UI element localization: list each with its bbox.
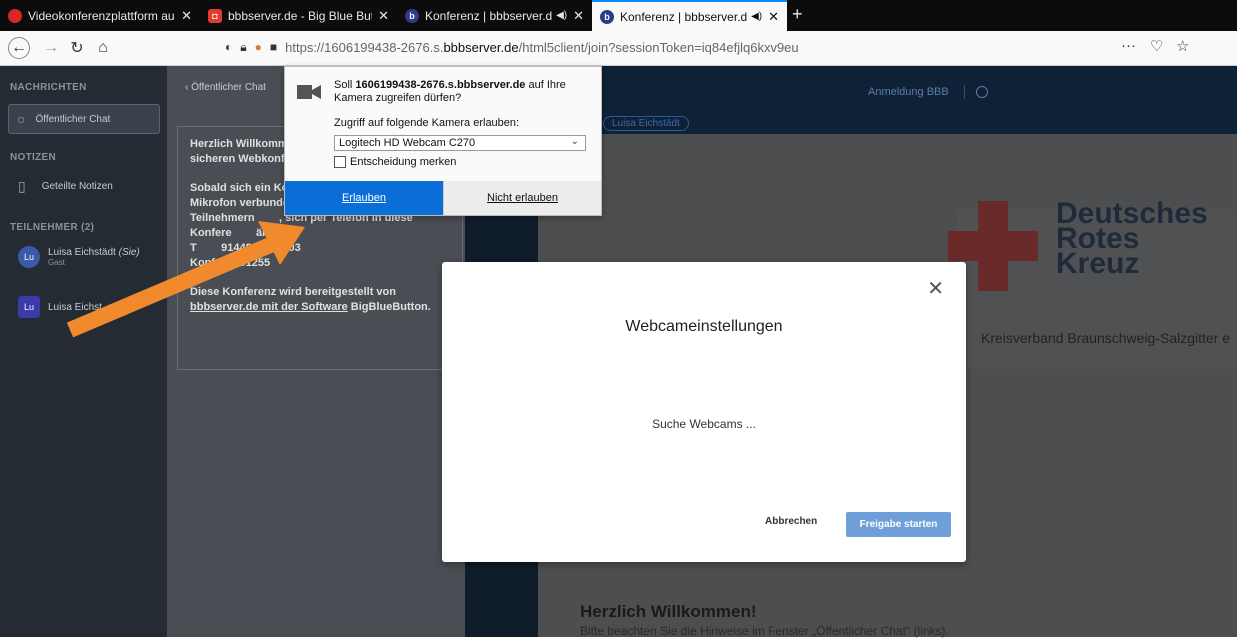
- speaker-icon[interactable]: ◀): [556, 10, 567, 21]
- bbbserver-favicon-icon: ◘: [208, 8, 222, 23]
- bookmark-star-icon[interactable]: ☆: [1176, 37, 1189, 55]
- notes-title: NOTIZEN: [10, 152, 56, 163]
- annotation-arrow-icon: [66, 221, 305, 338]
- camera-permission-popup: Soll 1606199438-2676.s.bbbserver.de auf …: [284, 66, 602, 216]
- bigbluebutton-favicon-icon: b: [405, 8, 419, 23]
- close-tab-icon[interactable]: ✕: [768, 9, 779, 25]
- start-sharing-button[interactable]: Freigabe starten: [846, 512, 951, 537]
- speaker-icon[interactable]: ◀): [751, 11, 762, 22]
- modal-status: Suche Webcams ...: [652, 417, 756, 431]
- welcome-subtext: Bitte beachten Sie die Hinweise im Fenst…: [580, 624, 949, 638]
- deny-button[interactable]: Nicht erlauben: [443, 181, 601, 215]
- camera-select[interactable]: Logitech HD Webcam C270 ⌄: [334, 135, 586, 151]
- modal-title: Webcameinstellungen: [625, 318, 783, 335]
- logo-subtitle: Kreisverband Braunschweig-Salzgitter e: [981, 330, 1231, 346]
- messages-title: NACHRICHTEN: [10, 82, 87, 93]
- divider: [964, 85, 965, 99]
- close-tab-icon[interactable]: ✕: [573, 8, 584, 24]
- bigbluebutton-favicon-icon: b: [600, 9, 614, 24]
- session-title: Anmeldung BBB: [868, 86, 949, 98]
- camera-icon: [297, 85, 321, 99]
- browser-tab[interactable]: ◘ bbbserver.de - Big Blue Button ✕: [200, 0, 397, 31]
- close-tab-icon[interactable]: ✕: [378, 8, 389, 24]
- webcam-settings-modal: ✕ Webcameinstellungen Suche Webcams ... …: [442, 262, 966, 562]
- avatar: Lu: [18, 296, 40, 318]
- public-chat-item[interactable]: ○ Öffentlicher Chat: [8, 104, 160, 134]
- browser-tab[interactable]: b Konferenz | bbbserver.de - A ◀) ✕: [397, 0, 592, 31]
- welcome-heading: Herzlich Willkommen!: [580, 602, 757, 621]
- lock-icon[interactable]: 🔒︎: [240, 40, 246, 55]
- microphone-icon[interactable]: ●: [255, 40, 262, 54]
- chat-back-button[interactable]: ‹ Öffentlicher Chat: [185, 82, 266, 93]
- allow-button[interactable]: Erlauben: [285, 181, 443, 215]
- camera-icon[interactable]: ■: [270, 40, 277, 54]
- checkbox-icon: [334, 156, 346, 168]
- permission-question: Soll 1606199438-2676.s.bbbserver.de auf …: [334, 79, 566, 104]
- forward-icon[interactable]: →: [40, 37, 62, 59]
- browser-tab-bar: Videokonferenzplattform aus D ✕ ◘ bbbser…: [0, 0, 1237, 31]
- browser-tab-active[interactable]: b Konferenz | bbbserver.de - A ◀) ✕: [592, 0, 787, 31]
- back-icon[interactable]: ←: [8, 37, 30, 59]
- address-bar[interactable]: ◐ 🔒︎ ● ■ https://1606199438-2676.s. bbbse…: [225, 35, 1195, 59]
- chevron-down-icon: ⌄: [570, 136, 579, 147]
- reload-icon[interactable]: ↻: [66, 37, 88, 59]
- drk-logo: Deutsches Rotes Kreuz: [948, 199, 1237, 321]
- talking-indicator: Luisa Eichstädt: [603, 116, 689, 131]
- avatar: Lu: [18, 246, 40, 268]
- record-icon[interactable]: [976, 86, 988, 98]
- remember-decision-checkbox[interactable]: Entscheidung merken: [334, 156, 456, 168]
- user-list-panel: NACHRICHTEN ○ Öffentlicher Chat NOTIZEN …: [0, 66, 167, 637]
- home-icon[interactable]: ⌂: [92, 37, 114, 59]
- pocket-icon[interactable]: ♡: [1150, 37, 1163, 55]
- shield-icon[interactable]: ◐: [225, 40, 232, 54]
- page-actions-menu-icon[interactable]: ···: [1121, 37, 1136, 54]
- browser-tab[interactable]: Videokonferenzplattform aus D ✕: [0, 0, 200, 31]
- shared-notes-item[interactable]: ▯ Geteilte Notizen: [18, 178, 113, 195]
- cancel-button[interactable]: Abbrechen: [765, 516, 817, 527]
- red-circle-favicon-icon: [8, 8, 22, 23]
- top-bar: Anmeldung BBB Luisa Eichstädt: [538, 66, 1237, 134]
- notes-document-icon: ▯: [18, 178, 26, 194]
- new-tab-icon[interactable]: +: [792, 4, 803, 25]
- chat-bubble-icon: ○: [17, 111, 26, 127]
- browser-nav-bar: ← → ↻ ⌂ ◐ 🔒︎ ● ■ https://1606199438-2676…: [0, 31, 1237, 66]
- close-tab-icon[interactable]: ✕: [181, 8, 192, 24]
- close-icon[interactable]: ✕: [927, 276, 944, 301]
- camera-select-label: Zugriff auf folgende Kamera erlauben:: [334, 117, 520, 129]
